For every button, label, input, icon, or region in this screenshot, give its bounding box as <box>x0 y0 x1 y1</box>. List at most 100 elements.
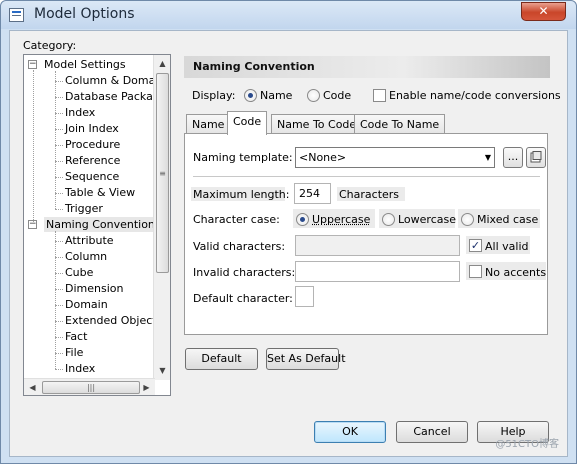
default-character-label: Default character: <box>193 292 293 305</box>
panel-header: Naming Convention <box>184 56 550 78</box>
tree-vertical-scroll-thumb[interactable]: ≡ <box>156 73 169 273</box>
tree-connector <box>55 257 63 258</box>
properties-icon <box>530 151 542 163</box>
tree-item-database-packag[interactable]: Database Packag <box>65 89 160 104</box>
display-name-radio[interactable] <box>244 89 257 102</box>
ok-button[interactable]: OK <box>314 421 386 443</box>
tree-item-model-settings[interactable]: Model Settings <box>44 57 126 72</box>
default-character-input[interactable] <box>295 286 314 307</box>
app-icon <box>9 8 24 22</box>
tree-item-join-index[interactable]: Join Index <box>65 121 119 136</box>
tree-connector <box>55 305 63 306</box>
tree-horizontal-scrollbar[interactable]: ◀ ||| ▶ <box>24 378 155 395</box>
invalid-characters-input[interactable] <box>295 261 460 282</box>
tree-connector <box>55 241 63 242</box>
all-valid-checkbox[interactable]: ✓ <box>469 239 482 252</box>
tab-code[interactable]: Code <box>227 111 268 135</box>
code-tab-panel: Naming template: <None> ▼ ... Maximum le… <box>184 133 548 335</box>
lowercase-label[interactable]: Lowercase <box>398 213 456 226</box>
uppercase-radio[interactable] <box>296 213 309 226</box>
scroll-left-arrow-icon[interactable]: ◀ <box>25 380 40 395</box>
tab-code-to-name[interactable]: Code To Name <box>354 114 446 134</box>
tree-item-cube[interactable]: Cube <box>65 265 93 280</box>
tree-connector <box>55 209 63 210</box>
tree-connector <box>55 337 63 338</box>
tree-horizontal-scroll-thumb[interactable]: ||| <box>42 381 140 394</box>
tree-item-dimension[interactable]: Dimension <box>65 281 123 296</box>
tree-item-table-view[interactable]: Table & View <box>65 185 135 200</box>
tree-item-domain[interactable]: Domain <box>65 297 108 312</box>
no-accents-label[interactable]: No accents <box>485 266 546 279</box>
naming-template-label: Naming template: <box>193 151 293 164</box>
tree-item-extended-object[interactable]: Extended Object <box>65 313 157 328</box>
properties-button[interactable] <box>526 147 546 168</box>
display-code-label[interactable]: Code <box>323 89 351 102</box>
tree-connector <box>55 193 63 194</box>
tree-item-column-domain[interactable]: Column & Domain <box>65 73 165 88</box>
window-title: Model Options <box>34 6 135 22</box>
tree-connector <box>55 353 63 354</box>
max-length-input[interactable]: 254 <box>294 183 331 204</box>
tree-item-index[interactable]: Index <box>65 105 95 120</box>
valid-characters-label: Valid characters: <box>193 240 286 253</box>
title-bar[interactable]: Model Options ✕ <box>1 1 576 29</box>
tree-item-attribute[interactable]: Attribute <box>65 233 114 248</box>
close-button[interactable]: ✕ <box>521 2 566 21</box>
tree-connector <box>55 71 56 209</box>
category-tree[interactable]: − Model Settings Column & Domain Database P… <box>23 54 171 396</box>
mixed-case-label[interactable]: Mixed case <box>477 213 538 226</box>
tree-item-trigger[interactable]: Trigger <box>65 201 103 216</box>
no-accents-checkbox[interactable] <box>469 265 482 278</box>
display-label: Display: <box>192 89 236 102</box>
display-name-label[interactable]: Name <box>260 89 292 102</box>
dropdown-arrow-icon: ▼ <box>484 153 491 162</box>
cancel-button[interactable]: Cancel <box>396 421 468 443</box>
scroll-right-arrow-icon[interactable]: ▶ <box>139 380 154 395</box>
max-length-label: Maximum length: <box>193 188 290 201</box>
tab-name-to-code[interactable]: Name To Code <box>271 114 363 134</box>
tree-connector <box>55 289 63 290</box>
tree-item-reference[interactable]: Reference <box>65 153 120 168</box>
naming-template-value: <None> <box>299 151 347 164</box>
enable-conversions-checkbox[interactable] <box>373 89 386 102</box>
mixed-case-radio[interactable] <box>461 213 474 226</box>
tree-connector <box>55 145 63 146</box>
scroll-down-arrow-icon[interactable]: ▼ <box>155 363 170 378</box>
ellipsis-button[interactable]: ... <box>503 147 523 168</box>
model-options-window: Model Options ✕ Category: − Model Setting… <box>0 0 577 464</box>
tree-connector <box>55 231 56 369</box>
tree-connector <box>55 177 63 178</box>
tree-item-naming-convention[interactable]: Naming Convention <box>44 217 157 232</box>
uppercase-label[interactable]: Uppercase <box>312 213 370 226</box>
tree-item-sequence[interactable]: Sequence <box>65 169 119 184</box>
tree-connector <box>55 369 63 370</box>
valid-characters-input[interactable] <box>295 235 460 256</box>
tree-item-index[interactable]: Index <box>65 361 95 376</box>
tree-connector <box>55 321 63 322</box>
display-code-radio[interactable] <box>307 89 320 102</box>
tree-connector <box>55 129 63 130</box>
lowercase-radio[interactable] <box>382 213 395 226</box>
tab-name[interactable]: Name <box>186 114 231 134</box>
tree-item-column[interactable]: Column <box>65 249 107 264</box>
tree-connector <box>55 113 63 114</box>
set-as-default-button[interactable]: Set As Default <box>266 348 346 370</box>
tree-connector <box>55 97 63 98</box>
tree-vertical-scrollbar[interactable]: ▲ ≡ ▼ <box>153 55 170 380</box>
watermark: @51CTO博客 <box>495 439 559 450</box>
max-length-unit: Characters <box>339 188 400 201</box>
all-valid-label[interactable]: All valid <box>485 240 528 253</box>
tree-connector <box>55 273 63 274</box>
tree-item-file[interactable]: File <box>65 345 83 360</box>
enable-conversions-label[interactable]: Enable name/code conversions <box>389 89 561 102</box>
character-case-label: Character case: <box>193 213 280 226</box>
scroll-up-arrow-icon[interactable]: ▲ <box>155 56 170 71</box>
naming-template-combo[interactable]: <None> ▼ <box>295 147 495 168</box>
tree-item-procedure[interactable]: Procedure <box>65 137 120 152</box>
tree-expander-icon[interactable]: − <box>28 60 37 69</box>
separator <box>193 176 540 177</box>
tree-connector <box>55 161 63 162</box>
default-button[interactable]: Default <box>185 348 258 370</box>
dialog-client-area: Category: − Model Settings Column & Domain… <box>9 30 568 457</box>
tree-item-fact[interactable]: Fact <box>65 329 87 344</box>
